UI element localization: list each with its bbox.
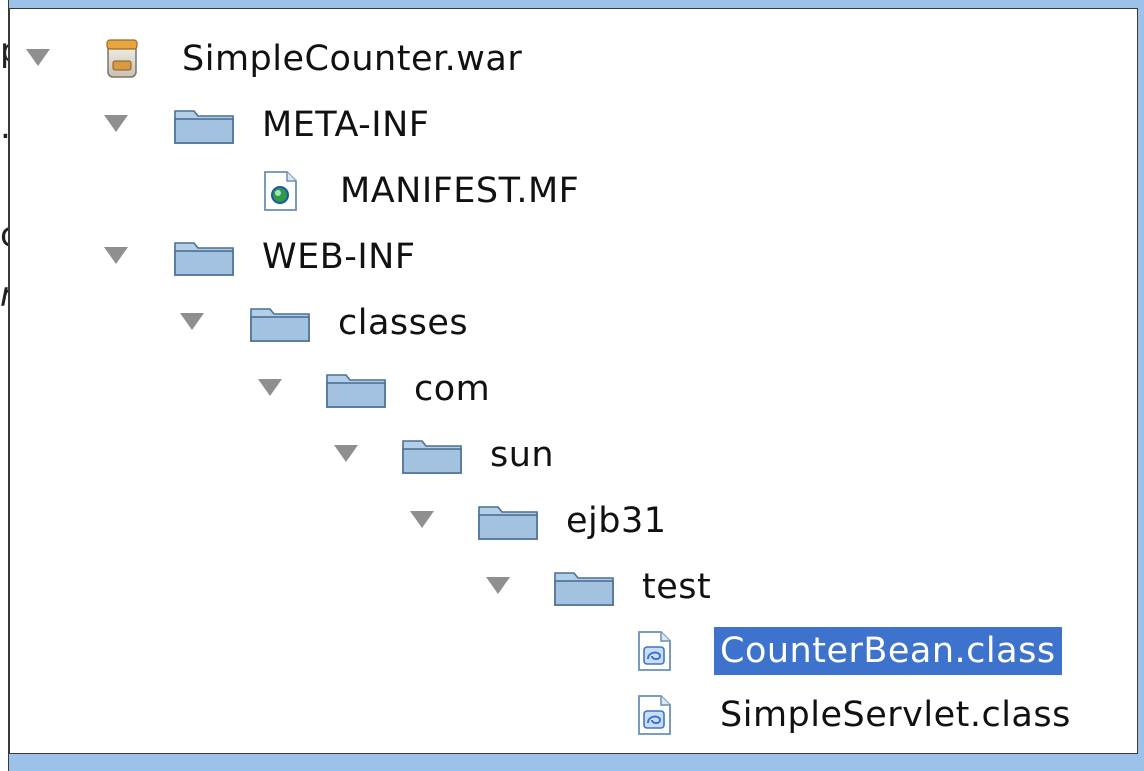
expanded-triangle-icon[interactable] bbox=[26, 49, 50, 66]
jar-archive-icon bbox=[106, 39, 138, 78]
class-file-icon bbox=[638, 631, 671, 671]
folder-icon bbox=[326, 374, 386, 408]
tree-node-label: WEB-INF bbox=[262, 237, 416, 277]
tree-node-label: classes bbox=[338, 303, 469, 343]
folder-icon bbox=[174, 242, 234, 276]
expanded-triangle-icon[interactable] bbox=[334, 445, 358, 462]
tree-node-label: test bbox=[642, 567, 712, 607]
manifest-file-icon bbox=[264, 171, 297, 211]
tree-node-meta-inf[interactable]: META-INF bbox=[10, 95, 1137, 155]
cropped-text-fragment: . bbox=[0, 110, 8, 144]
expanded-triangle-icon[interactable] bbox=[180, 313, 204, 330]
tree-node-simple-servlet[interactable]: SimpleServlet.class bbox=[10, 685, 1137, 745]
tree-node-label: SimpleCounter.war bbox=[182, 39, 523, 79]
tree-node-ejb31[interactable]: ejb31 bbox=[10, 491, 1137, 551]
tree-node-label: META-INF bbox=[262, 105, 430, 145]
tree-node-label: SimpleServlet.class bbox=[720, 695, 1071, 735]
folder-icon bbox=[250, 308, 310, 342]
cropped-text-fragment: p bbox=[0, 34, 8, 68]
expanded-triangle-icon[interactable] bbox=[486, 577, 510, 594]
folder-icon bbox=[478, 506, 538, 540]
tree-node-sun[interactable]: sun bbox=[10, 425, 1137, 485]
tree-node-label: ejb31 bbox=[566, 501, 667, 541]
tree-node-label: sun bbox=[490, 435, 555, 475]
expanded-triangle-icon[interactable] bbox=[104, 247, 128, 264]
tree-node-web-inf[interactable]: WEB-INF bbox=[10, 227, 1137, 287]
cropped-text-fragment: c bbox=[0, 218, 8, 252]
expanded-triangle-icon[interactable] bbox=[410, 511, 434, 528]
folder-icon bbox=[402, 440, 462, 474]
tree-node-manifest[interactable]: MANIFEST.MF bbox=[10, 161, 1137, 221]
tree-node-test[interactable]: test bbox=[10, 557, 1137, 617]
folder-icon bbox=[554, 572, 614, 606]
tree-node-label: CounterBean.class bbox=[714, 627, 1062, 675]
tree-node-root[interactable]: SimpleCounter.war bbox=[10, 29, 1137, 89]
cropped-text-fragment: n bbox=[0, 278, 8, 312]
class-file-icon bbox=[638, 695, 671, 735]
file-tree-panel: SimpleCounter.war META-INF MANIFEST.MF W… bbox=[9, 8, 1138, 754]
expanded-triangle-icon[interactable] bbox=[104, 115, 128, 132]
tree-node-label: com bbox=[414, 369, 491, 409]
expanded-triangle-icon[interactable] bbox=[258, 379, 282, 396]
tree-node-classes[interactable]: classes bbox=[10, 293, 1137, 353]
folder-icon bbox=[174, 110, 234, 144]
tree-node-counter-bean[interactable]: CounterBean.class bbox=[10, 621, 1137, 681]
tree-node-label: MANIFEST.MF bbox=[340, 171, 580, 211]
tree-node-com[interactable]: com bbox=[10, 359, 1137, 419]
